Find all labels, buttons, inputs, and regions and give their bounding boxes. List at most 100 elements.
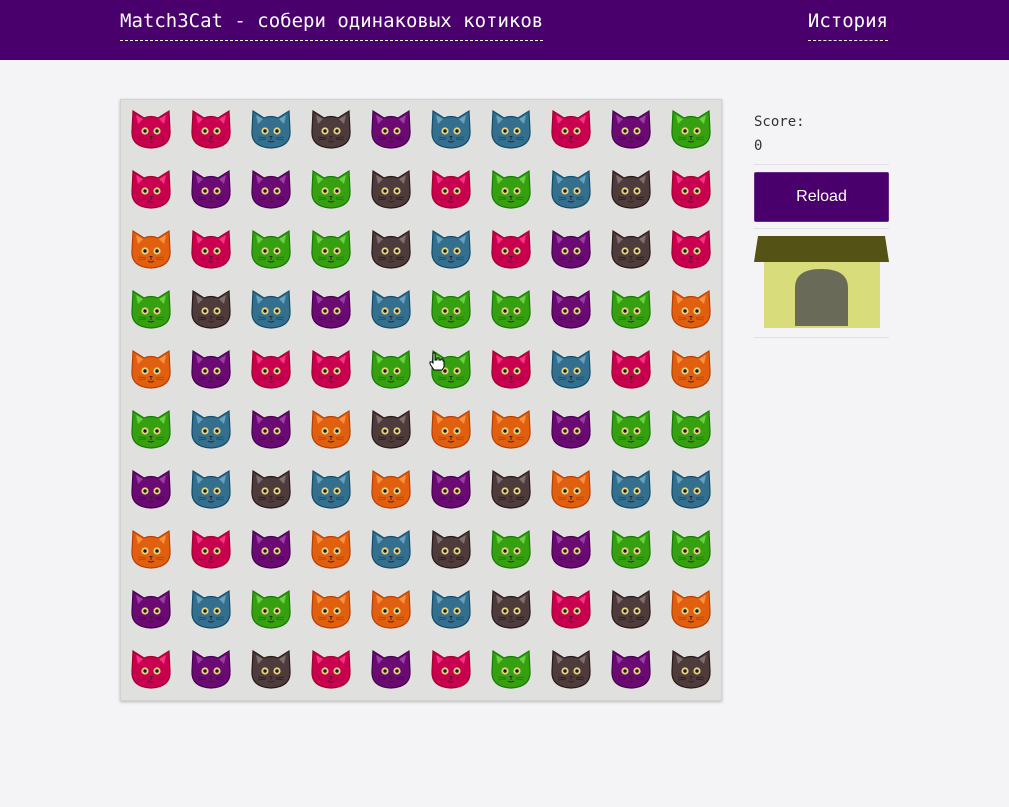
green-cat-tile[interactable] [121,400,181,460]
orange-cat-tile[interactable] [121,220,181,280]
orange-cat-tile[interactable] [301,400,361,460]
orange-cat-tile[interactable] [361,580,421,640]
reload-button[interactable]: Reload [754,172,889,222]
blue-cat-tile[interactable] [241,100,301,160]
green-cat-tile[interactable] [661,400,721,460]
red-cat-tile[interactable] [241,340,301,400]
brown-cat-tile[interactable] [241,460,301,520]
green-cat-tile[interactable] [421,280,481,340]
blue-cat-tile[interactable] [601,460,661,520]
red-cat-tile[interactable] [121,100,181,160]
brown-cat-tile[interactable] [421,520,481,580]
purple-cat-tile[interactable] [181,160,241,220]
green-cat-tile[interactable] [121,280,181,340]
history-link[interactable]: История [807,10,888,41]
orange-cat-tile[interactable] [421,400,481,460]
blue-cat-tile[interactable] [181,580,241,640]
orange-cat-tile[interactable] [661,280,721,340]
red-cat-tile[interactable] [181,100,241,160]
brown-cat-tile[interactable] [601,580,661,640]
brown-cat-tile[interactable] [361,400,421,460]
red-cat-tile[interactable] [181,520,241,580]
purple-cat-tile[interactable] [241,520,301,580]
blue-cat-tile[interactable] [361,520,421,580]
brown-cat-tile[interactable] [541,640,601,700]
green-cat-tile[interactable] [661,100,721,160]
purple-cat-tile[interactable] [541,280,601,340]
green-cat-tile[interactable] [481,160,541,220]
brown-cat-tile[interactable] [241,640,301,700]
green-cat-tile[interactable] [301,220,361,280]
red-cat-tile[interactable] [181,220,241,280]
purple-cat-tile[interactable] [181,640,241,700]
purple-cat-tile[interactable] [541,220,601,280]
red-cat-tile[interactable] [601,340,661,400]
brown-cat-tile[interactable] [301,100,361,160]
red-cat-tile[interactable] [541,100,601,160]
green-cat-tile[interactable] [601,520,661,580]
blue-cat-tile[interactable] [421,580,481,640]
green-cat-tile[interactable] [241,220,301,280]
blue-cat-tile[interactable] [301,460,361,520]
red-cat-tile[interactable] [421,640,481,700]
red-cat-tile[interactable] [481,340,541,400]
orange-cat-tile[interactable] [121,340,181,400]
purple-cat-tile[interactable] [361,100,421,160]
blue-cat-tile[interactable] [181,460,241,520]
blue-cat-tile[interactable] [541,340,601,400]
purple-cat-tile[interactable] [601,100,661,160]
red-cat-tile[interactable] [121,160,181,220]
brown-cat-tile[interactable] [361,220,421,280]
brown-cat-tile[interactable] [361,160,421,220]
purple-cat-tile[interactable] [241,400,301,460]
brown-cat-tile[interactable] [181,280,241,340]
green-cat-tile[interactable] [481,280,541,340]
orange-cat-tile[interactable] [361,460,421,520]
red-cat-tile[interactable] [661,220,721,280]
purple-cat-tile[interactable] [361,640,421,700]
purple-cat-tile[interactable] [241,160,301,220]
orange-cat-tile[interactable] [301,580,361,640]
purple-cat-tile[interactable] [121,460,181,520]
brown-cat-tile[interactable] [661,640,721,700]
green-cat-tile[interactable] [601,280,661,340]
blue-cat-tile[interactable] [421,220,481,280]
brown-cat-tile[interactable] [601,220,661,280]
brown-cat-tile[interactable] [481,460,541,520]
orange-cat-tile[interactable] [661,340,721,400]
red-cat-tile[interactable] [301,340,361,400]
red-cat-tile[interactable] [301,640,361,700]
orange-cat-tile[interactable] [661,580,721,640]
purple-cat-tile[interactable] [121,580,181,640]
purple-cat-tile[interactable] [301,280,361,340]
orange-cat-tile[interactable] [301,520,361,580]
red-cat-tile[interactable] [121,640,181,700]
brown-cat-tile[interactable] [601,160,661,220]
green-cat-tile[interactable] [601,400,661,460]
brown-cat-tile[interactable] [481,580,541,640]
blue-cat-tile[interactable] [541,160,601,220]
blue-cat-tile[interactable] [661,460,721,520]
app-title-link[interactable]: Match3Cat - собери одинаковых котиков [120,10,544,41]
orange-cat-tile[interactable] [481,400,541,460]
green-cat-tile[interactable] [301,160,361,220]
blue-cat-tile[interactable] [421,100,481,160]
blue-cat-tile[interactable] [481,100,541,160]
red-cat-tile[interactable] [541,580,601,640]
green-cat-tile[interactable] [481,520,541,580]
green-cat-tile[interactable] [661,520,721,580]
red-cat-tile[interactable] [481,220,541,280]
green-cat-tile[interactable] [481,640,541,700]
green-cat-tile[interactable] [241,580,301,640]
purple-cat-tile[interactable] [181,340,241,400]
red-cat-tile[interactable] [661,160,721,220]
red-cat-tile[interactable] [421,160,481,220]
blue-cat-tile[interactable] [181,400,241,460]
blue-cat-tile[interactable] [361,280,421,340]
purple-cat-tile[interactable] [421,460,481,520]
purple-cat-tile[interactable] [541,520,601,580]
orange-cat-tile[interactable] [541,460,601,520]
purple-cat-tile[interactable] [541,400,601,460]
orange-cat-tile[interactable] [121,520,181,580]
purple-cat-tile[interactable] [601,640,661,700]
